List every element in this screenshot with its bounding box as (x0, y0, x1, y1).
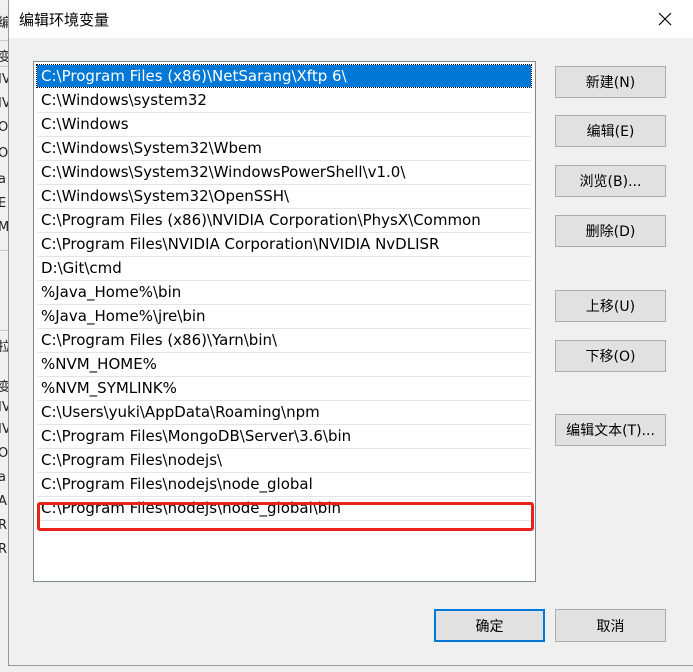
path-list-item[interactable]: C:\Program Files\nodejs\ (37, 449, 531, 471)
cancel-button[interactable]: 取消 (555, 609, 666, 642)
delete-button[interactable]: 删除(D) (555, 215, 666, 247)
path-list-item[interactable]: %Java_Home%\bin (37, 281, 531, 303)
path-list-item[interactable]: C:\Windows\system32 (37, 89, 531, 111)
edit-text-button[interactable]: 编辑文本(T)... (555, 414, 666, 446)
dialog-title: 编辑环境变量 (19, 11, 110, 29)
path-list-item[interactable]: C:\Program Files (x86)\NetSarang\Xftp 6\ (36, 64, 532, 88)
path-list-item[interactable]: C:\Program Files (x86)\Yarn\bin\ (37, 329, 531, 351)
path-list-item[interactable]: D:\Git\cmd (37, 257, 531, 279)
path-list-item[interactable]: C:\Program Files\NVIDIA Corporation\NVID… (37, 233, 531, 255)
background-text: R (0, 542, 8, 557)
background-window-bottom (0, 666, 693, 672)
path-list-item[interactable]: %NVM_HOME% (37, 353, 531, 375)
path-list-item[interactable]: C:\Windows\System32\Wbem (37, 137, 531, 159)
highlight-annotation (37, 502, 534, 531)
path-list-item[interactable]: %Java_Home%\jre\bin (37, 305, 531, 327)
background-text: E (0, 196, 7, 211)
browse-button[interactable]: 浏览(B)... (555, 165, 666, 197)
path-list-item[interactable]: %NVM_SYMLINK% (37, 377, 531, 399)
move-up-button[interactable]: 上移(U) (555, 290, 666, 322)
dialog-content: C:\Program Files (x86)\NetSarang\Xftp 6\… (9, 38, 693, 665)
close-button[interactable] (639, 2, 691, 36)
path-list-item[interactable]: C:\Windows (37, 113, 531, 135)
edit-env-var-dialog: 编辑环境变量 C:\Program Files (x86)\NetSarang\… (8, 0, 693, 666)
path-list-item[interactable]: C:\Program Files\MongoDB\Server\3.6\bin (37, 425, 531, 447)
close-icon (658, 12, 672, 26)
path-list-item[interactable]: C:\Program Files (x86)\NVIDIA Corporatio… (37, 209, 531, 231)
new-button[interactable]: 新建(N) (555, 66, 666, 98)
background-text: a (0, 470, 6, 485)
edit-button[interactable]: 编辑(E) (555, 115, 666, 147)
move-down-button[interactable]: 下移(O) (555, 340, 666, 372)
path-list-item[interactable]: C:\Users\yuki\AppData\Roaming\npm (37, 401, 531, 423)
title-bar: 编辑环境变量 (9, 0, 693, 38)
background-text: a (0, 172, 6, 187)
path-list-item[interactable]: C:\Program Files\nodejs\node_global (37, 473, 531, 495)
path-list-item[interactable]: C:\Windows\System32\OpenSSH\ (37, 185, 531, 207)
background-text: A (0, 494, 7, 509)
path-list-item[interactable]: C:\Windows\System32\WindowsPowerShell\v1… (37, 161, 531, 183)
ok-button[interactable]: 确定 (434, 609, 545, 642)
background-text: R (0, 518, 8, 533)
